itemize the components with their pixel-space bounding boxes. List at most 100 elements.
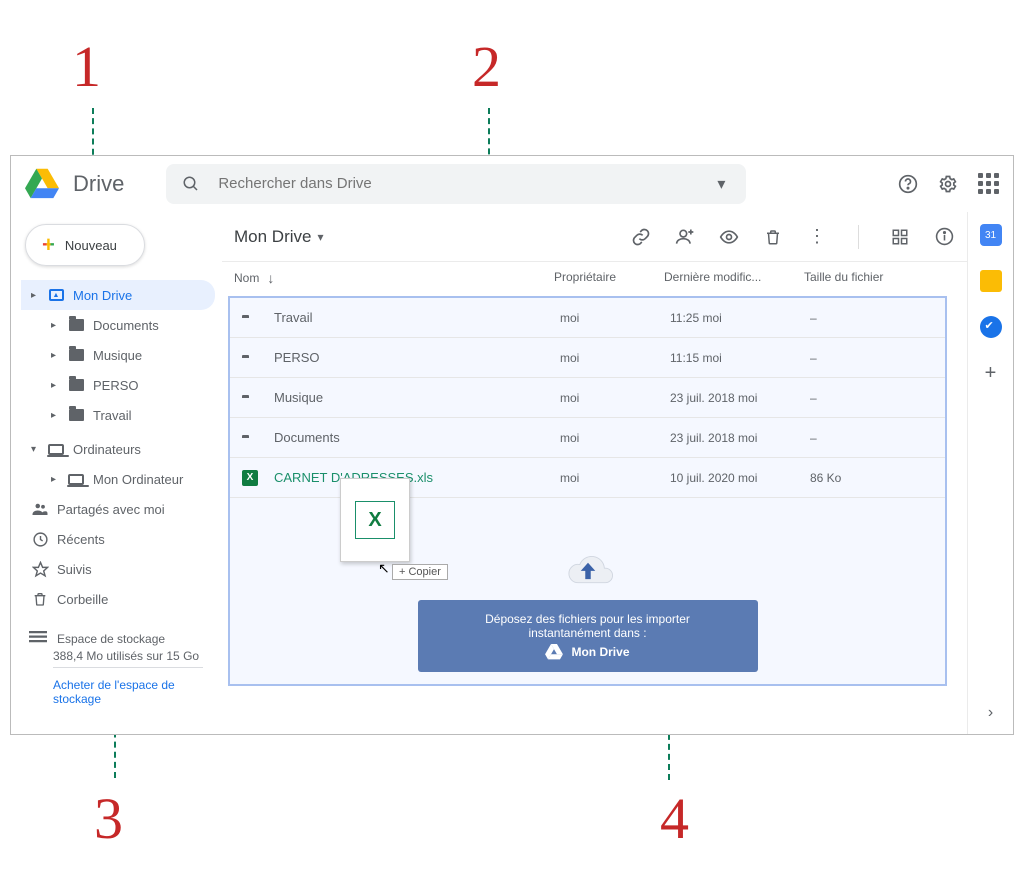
search-input[interactable] [218, 175, 694, 192]
sidebar-item-trash[interactable]: Corbeille [21, 584, 215, 614]
search-icon [180, 173, 202, 195]
header-actions [897, 173, 999, 195]
file-modified: 11:25 moi [670, 311, 810, 325]
sidebar-item-computers[interactable]: ▾Ordinateurs [21, 434, 215, 464]
sidebar-item-label: Partagés avec moi [57, 502, 165, 517]
preview-eye-icon[interactable] [718, 226, 740, 248]
dragged-file-preview: X [340, 478, 410, 562]
app-title: Drive [73, 171, 124, 197]
sort-arrow-icon[interactable]: ↓ [267, 270, 274, 286]
sidebar-item-label: Ordinateurs [73, 442, 141, 457]
table-row[interactable]: X CARNET D'ADRESSES.xlsmoi10 juil. 2020 m… [230, 458, 945, 498]
get-link-icon[interactable] [630, 226, 652, 248]
col-name-label[interactable]: Nom [234, 271, 259, 285]
help-icon[interactable] [897, 173, 919, 195]
drive-logo-icon [25, 167, 59, 201]
breadcrumb-label: Mon Drive [234, 227, 311, 247]
sidebar-item-label: Documents [93, 318, 159, 333]
plus-icon: + [42, 234, 55, 256]
sidebar: + Nouveau ▸Mon Drive ▸Documents ▸Musique… [11, 212, 221, 734]
sidebar-item-label: PERSO [93, 378, 139, 393]
file-size: – [810, 391, 910, 405]
file-owner: moi [560, 431, 670, 445]
info-icon[interactable] [933, 226, 955, 248]
search-bar[interactable]: ▾ [166, 164, 746, 204]
settings-gear-icon[interactable] [937, 173, 959, 195]
drive-mini-icon [545, 644, 563, 660]
file-name: Documents [274, 430, 560, 445]
sidebar-item-perso[interactable]: ▸PERSO [21, 370, 215, 400]
sidebar-item-label: Récents [57, 532, 105, 547]
new-button-label: Nouveau [65, 238, 117, 253]
buy-storage-link[interactable]: Acheter de l'espace de stockage [21, 678, 181, 706]
file-name: Musique [274, 390, 560, 405]
file-owner: moi [560, 391, 670, 405]
sidebar-item-label: Mon Ordinateur [93, 472, 183, 487]
sidebar-item-mydrive[interactable]: ▸Mon Drive [21, 280, 215, 310]
side-panel: 31 + › [967, 212, 1013, 734]
breadcrumb[interactable]: Mon Drive ▾ [234, 227, 324, 247]
file-name: PERSO [274, 350, 560, 365]
file-name: CARNET D'ADRESSES.xls [274, 470, 560, 485]
view-grid-icon[interactable] [889, 226, 911, 248]
file-modified: 11:15 moi [670, 351, 810, 365]
keep-icon[interactable] [980, 270, 1002, 292]
excel-file-icon: X [242, 470, 262, 486]
sidebar-item-documents[interactable]: ▸Documents [21, 310, 215, 340]
sidebar-item-mycomputer[interactable]: ▸Mon Ordinateur [21, 464, 215, 494]
table-row[interactable]: Documentsmoi23 juil. 2018 moi– [230, 418, 945, 458]
callout-3: 3 [94, 790, 123, 848]
sidebar-item-label: Corbeille [57, 592, 108, 607]
nav-tree: ▸Mon Drive ▸Documents ▸Musique ▸PERSO ▸T… [21, 280, 215, 614]
sidebar-item-travail[interactable]: ▸Travail [21, 400, 215, 430]
new-button[interactable]: + Nouveau [25, 224, 145, 266]
file-owner: moi [560, 471, 670, 485]
toolbar-actions: ⋮ [630, 225, 955, 249]
file-size: 86 Ko [810, 471, 910, 485]
col-owner-label[interactable]: Propriétaire [554, 270, 664, 286]
file-drop-area[interactable]: Travailmoi11:25 moi– PERSOmoi11:15 moi– … [228, 296, 947, 686]
trash-icon [31, 590, 49, 608]
file-size: – [810, 311, 910, 325]
main-content: Mon Drive ▾ ⋮ Nom ↓ Propriétaire [221, 212, 967, 734]
header: Drive ▾ [11, 156, 1013, 212]
add-person-icon[interactable] [674, 226, 696, 248]
people-icon [31, 500, 49, 518]
sidebar-item-starred[interactable]: Suivis [21, 554, 215, 584]
sidebar-item-label: Suivis [57, 562, 92, 577]
storage-title: Espace de stockage [57, 632, 165, 646]
storage-section: Espace de stockage 388,4 Mo utilisés sur… [21, 624, 215, 706]
callout-1: 1 [72, 38, 101, 96]
callout-2: 2 [472, 38, 501, 96]
file-modified: 23 juil. 2018 moi [670, 431, 810, 445]
delete-icon[interactable] [762, 226, 784, 248]
col-size-label[interactable]: Taille du fichier [804, 270, 924, 286]
panel-collapse-icon[interactable]: › [988, 704, 993, 722]
table-row[interactable]: PERSOmoi11:15 moi– [230, 338, 945, 378]
table-row[interactable]: Musiquemoi23 juil. 2018 moi– [230, 378, 945, 418]
file-modified: 23 juil. 2018 moi [670, 391, 810, 405]
column-headers: Nom ↓ Propriétaire Dernière modific... T… [222, 262, 967, 296]
sidebar-item-shared[interactable]: Partagés avec moi [21, 494, 215, 524]
calendar-icon[interactable]: 31 [980, 224, 1002, 246]
tasks-icon[interactable] [980, 316, 1002, 338]
chevron-down-icon: ▾ [317, 230, 323, 244]
file-modified: 10 juil. 2020 moi [670, 471, 810, 485]
sidebar-item-label: Travail [93, 408, 132, 423]
table-row[interactable]: Travailmoi11:25 moi– [230, 298, 945, 338]
add-addon-icon[interactable]: + [985, 362, 997, 385]
cursor-icon: ↖ [378, 560, 390, 577]
more-vert-icon[interactable]: ⋮ [806, 226, 828, 248]
apps-grid-icon[interactable] [977, 173, 999, 195]
sidebar-item-musique[interactable]: ▸Musique [21, 340, 215, 370]
file-name: Travail [274, 310, 560, 325]
app-window: Drive ▾ + Nouveau ▸Mon Drive ▸Documents [10, 155, 1014, 735]
clock-icon [31, 530, 49, 548]
file-size: – [810, 431, 910, 445]
sidebar-item-recent[interactable]: Récents [21, 524, 215, 554]
col-modified-label[interactable]: Dernière modific... [664, 270, 804, 286]
storage-used-text: 388,4 Mo utilisés sur 15 Go [21, 649, 215, 663]
search-dropdown-icon[interactable]: ▾ [710, 173, 732, 195]
drop-zone-banner: Déposez des fichiers pour les importer i… [418, 550, 758, 672]
dropzone-line2: Mon Drive [571, 645, 629, 659]
